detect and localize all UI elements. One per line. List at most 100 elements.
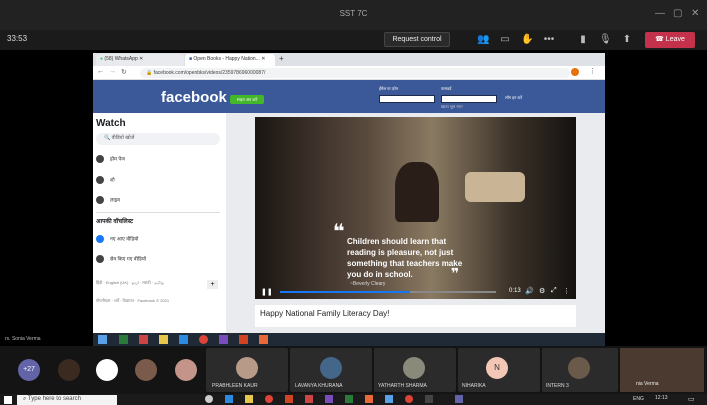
- raise-hand-icon[interactable]: ✋: [521, 34, 533, 45]
- maximize-icon[interactable]: ▢: [673, 8, 682, 19]
- language-links[interactable]: हिंदी · English (UK) · اردو · मराठी · தம…: [96, 280, 206, 286]
- app-icon[interactable]: [365, 395, 373, 403]
- more-actions-icon[interactable]: •••: [543, 34, 555, 45]
- close-icon[interactable]: ✕: [691, 8, 699, 19]
- participants-icon[interactable]: 👥: [477, 34, 489, 45]
- app-icon[interactable]: [325, 395, 333, 403]
- sidebar-item-label: शो: [110, 177, 115, 184]
- avatar: [175, 359, 197, 381]
- leave-button[interactable]: ☎ Leave: [645, 32, 695, 48]
- chat-icon[interactable]: ▭: [499, 34, 511, 45]
- address-bar[interactable]: 🔒 facebook.com/openbks/videos/2359786960…: [140, 68, 570, 78]
- video-cushion: [465, 172, 525, 202]
- settings-icon[interactable]: ⚙: [539, 287, 545, 295]
- windows-start-icon: [98, 335, 107, 344]
- chrome-icon: [199, 335, 208, 344]
- avatar: [96, 359, 118, 381]
- progress-fill: [280, 291, 410, 293]
- participant-name: INTERN 3: [546, 383, 569, 389]
- watch-search-input[interactable]: 🔍 वीडियो खोजें: [96, 133, 220, 145]
- footer-links[interactable]: गोपनीयता · शर्तें · विज्ञापन · Facebook …: [96, 298, 221, 304]
- new-tab-icon[interactable]: +: [279, 54, 284, 63]
- notifications-icon[interactable]: ▭: [688, 395, 695, 403]
- chrome-icon[interactable]: [265, 395, 273, 403]
- sidebar-item-latest[interactable]: नए आए वीडियो: [96, 235, 138, 243]
- app-icon[interactable]: [425, 395, 433, 403]
- app-icon[interactable]: [385, 395, 393, 403]
- leave-label: Leave: [665, 36, 685, 43]
- app-icon[interactable]: [345, 395, 353, 403]
- app-icon: [259, 335, 268, 344]
- login-button[interactable]: लॉग इन करें: [505, 95, 522, 101]
- participant-name: YATHARTH SHARMA: [378, 383, 427, 389]
- menu-icon[interactable]: ⋮: [589, 67, 596, 75]
- browser-tabstrip: ● (58) WhatsApp ✕ ■ Open Books - Happy N…: [93, 53, 605, 66]
- chrome-icon[interactable]: [405, 395, 413, 403]
- teams-titlebar: SST 7C — ▢ ✕: [0, 0, 707, 30]
- avatar: [403, 357, 425, 379]
- mic-off-icon[interactable]: 🎙: [599, 34, 612, 45]
- participant-name: NIHARIKA: [462, 383, 486, 389]
- bookmark-icon: [96, 255, 104, 263]
- search-placeholder: Type here to search: [27, 396, 81, 402]
- participant-name: LAVANYA KHURANA: [295, 383, 343, 389]
- self-video: [620, 348, 704, 392]
- reload-icon[interactable]: ↻: [121, 68, 127, 76]
- add-language-button[interactable]: +: [207, 280, 218, 289]
- shared-taskbar: [93, 333, 605, 346]
- email-field[interactable]: [379, 95, 435, 103]
- presenter-name: rs. Sonia Verma: [5, 336, 41, 342]
- camera-off-icon[interactable]: ▮: [577, 34, 589, 45]
- clock[interactable]: 12:13: [655, 395, 668, 401]
- shows-icon: [96, 176, 104, 184]
- edge-icon: [179, 335, 188, 344]
- facebook-logo[interactable]: facebook: [161, 89, 227, 106]
- windows-start-icon[interactable]: [4, 396, 12, 404]
- pause-icon[interactable]: ❚❚: [261, 288, 273, 296]
- sidebar-item-saved[interactable]: सेव किए गए वीडियो: [96, 255, 146, 263]
- sidebar-item-label: नए आए वीडियो: [110, 236, 139, 243]
- task-view-icon[interactable]: [205, 395, 213, 403]
- folder-icon[interactable]: [245, 395, 253, 403]
- request-control-button[interactable]: Request control: [384, 32, 450, 47]
- forward-icon[interactable]: →: [109, 68, 116, 75]
- edge-icon[interactable]: [225, 395, 233, 403]
- browser-tab[interactable]: ■ Open Books - Happy Nation... ✕: [185, 54, 275, 66]
- app-icon[interactable]: [305, 395, 313, 403]
- play-circle-icon: [96, 235, 104, 243]
- windows-search-input[interactable]: ⌕ Type here to search: [17, 395, 117, 405]
- folder-icon: [159, 335, 168, 344]
- back-icon[interactable]: ←: [97, 68, 104, 75]
- post-caption: Happy National Family Literacy Day!: [255, 305, 576, 327]
- password-label: पासवर्ड: [441, 86, 452, 91]
- video-time: 0:13: [509, 288, 521, 294]
- language-indicator[interactable]: ENG: [633, 396, 644, 402]
- password-field[interactable]: [441, 95, 497, 103]
- more-icon[interactable]: ⋮: [563, 287, 570, 295]
- profile-avatar[interactable]: [571, 68, 579, 76]
- volume-icon[interactable]: 🔊: [525, 287, 534, 295]
- share-tray-icon[interactable]: ⬆: [621, 34, 633, 45]
- app-icon: [139, 335, 148, 344]
- signup-button[interactable]: साइन अप करें: [230, 95, 264, 104]
- minimize-icon[interactable]: —: [655, 8, 665, 19]
- app-icon: [119, 335, 128, 344]
- app-icon[interactable]: [285, 395, 293, 403]
- browser-tab[interactable]: ● (58) WhatsApp ✕: [96, 54, 184, 66]
- forgot-link[interactable]: खाता भूल गए?: [441, 104, 463, 110]
- sidebar-item-label: होम पेज: [110, 156, 125, 163]
- avatar: N: [486, 357, 508, 379]
- sidebar-item-shows[interactable]: शो: [96, 176, 115, 184]
- meeting-title: SST 7C: [339, 9, 368, 18]
- sidebar-item-home[interactable]: होम पेज: [96, 155, 125, 163]
- more-participants-badge[interactable]: +27: [18, 359, 40, 381]
- teams-icon[interactable]: [455, 395, 463, 403]
- sidebar-item-live[interactable]: लाइव: [96, 196, 120, 204]
- home-icon: [96, 155, 104, 163]
- app-icon: [239, 335, 248, 344]
- tab-label: Open Books - Happy Nation...: [193, 56, 260, 62]
- participant-name: PRABHLEEN KAUR: [212, 383, 258, 389]
- self-name: nia Verma: [636, 381, 659, 387]
- fullscreen-icon[interactable]: ⤢: [551, 287, 557, 295]
- progress-track[interactable]: [280, 291, 496, 293]
